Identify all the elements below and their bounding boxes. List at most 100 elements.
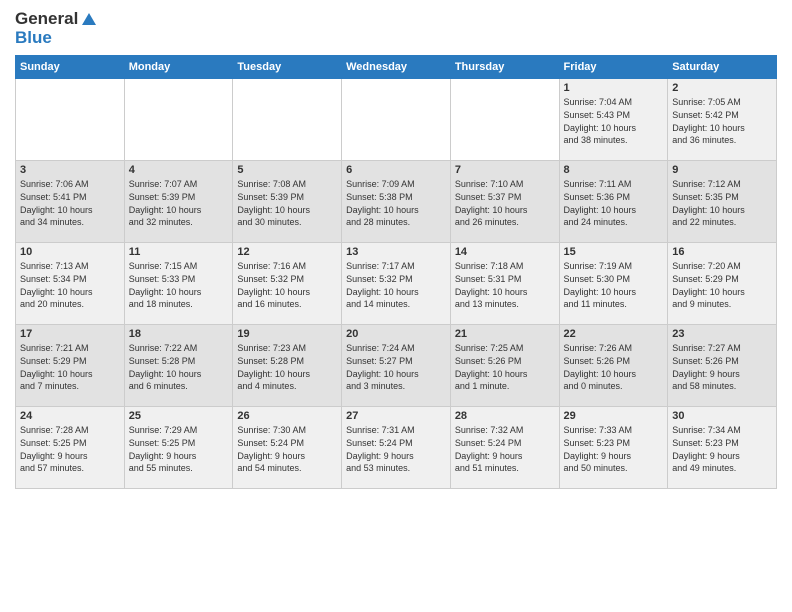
calendar-cell: 6 Sunrise: 7:09 AM Sunset: 5:38 PM Daylig… bbox=[342, 161, 451, 243]
weekday-header: Thursday bbox=[450, 56, 559, 79]
calendar-week-row: 24 Sunrise: 7:28 AM Sunset: 5:25 PM Dayli… bbox=[16, 407, 777, 489]
day-info: Sunrise: 7:06 AM Sunset: 5:41 PM Dayligh… bbox=[20, 178, 120, 228]
day-number: 6 bbox=[346, 164, 446, 176]
header: General Blue bbox=[15, 10, 777, 47]
day-number: 3 bbox=[20, 164, 120, 176]
day-number: 22 bbox=[564, 328, 664, 340]
calendar-cell: 30 Sunrise: 7:34 AM Sunset: 5:23 PM Dayli… bbox=[668, 407, 777, 489]
calendar-cell: 5 Sunrise: 7:08 AM Sunset: 5:39 PM Daylig… bbox=[233, 161, 342, 243]
day-number: 1 bbox=[564, 82, 664, 94]
day-info: Sunrise: 7:10 AM Sunset: 5:37 PM Dayligh… bbox=[455, 178, 555, 228]
calendar-cell: 23Sunrise: 7:27 AM Sunset: 5:26 PM Dayli… bbox=[668, 325, 777, 407]
calendar-cell: 25 Sunrise: 7:29 AM Sunset: 5:25 PM Dayli… bbox=[124, 407, 233, 489]
logo-general: General bbox=[15, 9, 78, 28]
calendar-cell: 4 Sunrise: 7:07 AM Sunset: 5:39 PM Daylig… bbox=[124, 161, 233, 243]
calendar-cell bbox=[124, 79, 233, 161]
day-number: 5 bbox=[237, 164, 337, 176]
calendar-cell: 27 Sunrise: 7:31 AM Sunset: 5:24 PM Dayli… bbox=[342, 407, 451, 489]
day-info: Sunrise: 7:27 AM Sunset: 5:26 PM Dayligh… bbox=[672, 342, 772, 392]
day-info: Sunrise: 7:17 AM Sunset: 5:32 PM Dayligh… bbox=[346, 260, 446, 310]
logo-icon bbox=[80, 11, 98, 29]
day-info: Sunrise: 7:07 AM Sunset: 5:39 PM Dayligh… bbox=[129, 178, 229, 228]
day-number: 12 bbox=[237, 246, 337, 258]
calendar-cell: 8Sunrise: 7:11 AM Sunset: 5:36 PM Daylig… bbox=[559, 161, 668, 243]
day-info: Sunrise: 7:18 AM Sunset: 5:31 PM Dayligh… bbox=[455, 260, 555, 310]
day-number: 25 bbox=[129, 410, 229, 422]
calendar-cell: 12 Sunrise: 7:16 AM Sunset: 5:32 PM Dayli… bbox=[233, 243, 342, 325]
day-info: Sunrise: 7:23 AM Sunset: 5:28 PM Dayligh… bbox=[237, 342, 337, 392]
calendar-cell: 26 Sunrise: 7:30 AM Sunset: 5:24 PM Dayli… bbox=[233, 407, 342, 489]
calendar-cell: 7Sunrise: 7:10 AM Sunset: 5:37 PM Daylig… bbox=[450, 161, 559, 243]
day-info: Sunrise: 7:09 AM Sunset: 5:38 PM Dayligh… bbox=[346, 178, 446, 228]
calendar-cell: 2Sunrise: 7:05 AM Sunset: 5:42 PM Daylig… bbox=[668, 79, 777, 161]
day-number: 10 bbox=[20, 246, 120, 258]
calendar-cell bbox=[342, 79, 451, 161]
calendar-cell: 15 Sunrise: 7:19 AM Sunset: 5:30 PM Dayli… bbox=[559, 243, 668, 325]
day-info: Sunrise: 7:30 AM Sunset: 5:24 PM Dayligh… bbox=[237, 424, 337, 474]
calendar-week-row: 10 Sunrise: 7:13 AM Sunset: 5:34 PM Dayli… bbox=[16, 243, 777, 325]
day-info: Sunrise: 7:13 AM Sunset: 5:34 PM Dayligh… bbox=[20, 260, 120, 310]
day-number: 27 bbox=[346, 410, 446, 422]
weekday-header: Wednesday bbox=[342, 56, 451, 79]
day-number: 16 bbox=[672, 246, 772, 258]
logo: General Blue bbox=[15, 10, 98, 47]
calendar-cell: 1 Sunrise: 7:04 AM Sunset: 5:43 PM Daylig… bbox=[559, 79, 668, 161]
day-number: 26 bbox=[237, 410, 337, 422]
day-info: Sunrise: 7:20 AM Sunset: 5:29 PM Dayligh… bbox=[672, 260, 772, 310]
day-number: 17 bbox=[20, 328, 120, 340]
calendar-cell: 22 Sunrise: 7:26 AM Sunset: 5:26 PM Dayli… bbox=[559, 325, 668, 407]
day-info: Sunrise: 7:04 AM Sunset: 5:43 PM Dayligh… bbox=[564, 96, 664, 146]
calendar-cell: 13 Sunrise: 7:17 AM Sunset: 5:32 PM Dayli… bbox=[342, 243, 451, 325]
calendar-cell bbox=[233, 79, 342, 161]
day-info: Sunrise: 7:25 AM Sunset: 5:26 PM Dayligh… bbox=[455, 342, 555, 392]
day-number: 24 bbox=[20, 410, 120, 422]
day-number: 29 bbox=[564, 410, 664, 422]
calendar-cell: 17 Sunrise: 7:21 AM Sunset: 5:29 PM Dayli… bbox=[16, 325, 125, 407]
day-info: Sunrise: 7:16 AM Sunset: 5:32 PM Dayligh… bbox=[237, 260, 337, 310]
weekday-header: Monday bbox=[124, 56, 233, 79]
calendar-week-row: 1 Sunrise: 7:04 AM Sunset: 5:43 PM Daylig… bbox=[16, 79, 777, 161]
calendar-header-row: SundayMondayTuesdayWednesdayThursdayFrid… bbox=[16, 56, 777, 79]
weekday-header: Saturday bbox=[668, 56, 777, 79]
calendar-cell: 21 Sunrise: 7:25 AM Sunset: 5:26 PM Dayli… bbox=[450, 325, 559, 407]
calendar-cell: 10 Sunrise: 7:13 AM Sunset: 5:34 PM Dayli… bbox=[16, 243, 125, 325]
day-number: 13 bbox=[346, 246, 446, 258]
calendar-table: SundayMondayTuesdayWednesdayThursdayFrid… bbox=[15, 55, 777, 489]
day-number: 11 bbox=[129, 246, 229, 258]
day-info: Sunrise: 7:26 AM Sunset: 5:26 PM Dayligh… bbox=[564, 342, 664, 392]
calendar-cell: 28Sunrise: 7:32 AM Sunset: 5:24 PM Dayli… bbox=[450, 407, 559, 489]
calendar-cell: 9 Sunrise: 7:12 AM Sunset: 5:35 PM Daylig… bbox=[668, 161, 777, 243]
weekday-header: Sunday bbox=[16, 56, 125, 79]
day-number: 20 bbox=[346, 328, 446, 340]
calendar-week-row: 3 Sunrise: 7:06 AM Sunset: 5:41 PM Daylig… bbox=[16, 161, 777, 243]
day-number: 15 bbox=[564, 246, 664, 258]
day-info: Sunrise: 7:21 AM Sunset: 5:29 PM Dayligh… bbox=[20, 342, 120, 392]
calendar-cell: 19 Sunrise: 7:23 AM Sunset: 5:28 PM Dayli… bbox=[233, 325, 342, 407]
day-info: Sunrise: 7:33 AM Sunset: 5:23 PM Dayligh… bbox=[564, 424, 664, 474]
weekday-header: Friday bbox=[559, 56, 668, 79]
calendar-cell: 16 Sunrise: 7:20 AM Sunset: 5:29 PM Dayli… bbox=[668, 243, 777, 325]
day-info: Sunrise: 7:11 AM Sunset: 5:36 PM Dayligh… bbox=[564, 178, 664, 228]
day-number: 18 bbox=[129, 328, 229, 340]
calendar-cell: 29 Sunrise: 7:33 AM Sunset: 5:23 PM Dayli… bbox=[559, 407, 668, 489]
day-number: 28 bbox=[455, 410, 555, 422]
day-info: Sunrise: 7:12 AM Sunset: 5:35 PM Dayligh… bbox=[672, 178, 772, 228]
calendar-cell: 20Sunrise: 7:24 AM Sunset: 5:27 PM Dayli… bbox=[342, 325, 451, 407]
day-info: Sunrise: 7:08 AM Sunset: 5:39 PM Dayligh… bbox=[237, 178, 337, 228]
day-number: 19 bbox=[237, 328, 337, 340]
day-info: Sunrise: 7:34 AM Sunset: 5:23 PM Dayligh… bbox=[672, 424, 772, 474]
calendar-cell: 11 Sunrise: 7:15 AM Sunset: 5:33 PM Dayli… bbox=[124, 243, 233, 325]
day-info: Sunrise: 7:19 AM Sunset: 5:30 PM Dayligh… bbox=[564, 260, 664, 310]
day-number: 30 bbox=[672, 410, 772, 422]
calendar-cell: 14Sunrise: 7:18 AM Sunset: 5:31 PM Dayli… bbox=[450, 243, 559, 325]
day-info: Sunrise: 7:28 AM Sunset: 5:25 PM Dayligh… bbox=[20, 424, 120, 474]
day-number: 9 bbox=[672, 164, 772, 176]
day-info: Sunrise: 7:05 AM Sunset: 5:42 PM Dayligh… bbox=[672, 96, 772, 146]
calendar-cell: 3 Sunrise: 7:06 AM Sunset: 5:41 PM Daylig… bbox=[16, 161, 125, 243]
day-info: Sunrise: 7:29 AM Sunset: 5:25 PM Dayligh… bbox=[129, 424, 229, 474]
day-number: 21 bbox=[455, 328, 555, 340]
day-info: Sunrise: 7:15 AM Sunset: 5:33 PM Dayligh… bbox=[129, 260, 229, 310]
day-number: 4 bbox=[129, 164, 229, 176]
day-info: Sunrise: 7:31 AM Sunset: 5:24 PM Dayligh… bbox=[346, 424, 446, 474]
calendar-cell bbox=[16, 79, 125, 161]
